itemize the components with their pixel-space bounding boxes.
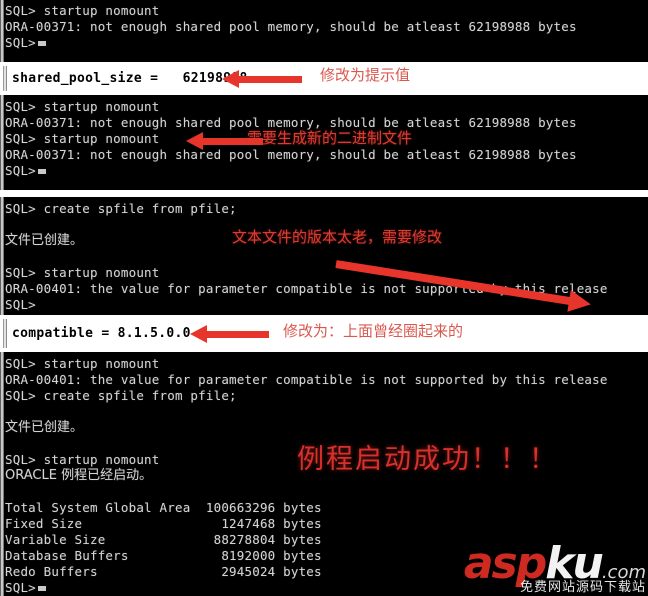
arrow-left-icon-3 [190, 325, 270, 343]
annotation-need-new-binary-file: 需要生成新的二进制文件 [247, 129, 413, 147]
console-line: SQL> create spfile from pfile; [5, 201, 237, 216]
annotation-instance-started-successfully: 例程启动成功！！！ [297, 444, 558, 475]
watermark-aspku: aspku.com 免费网站源码下载站 [464, 542, 646, 594]
annotation-text-file-version-too-old: 文本文件的版本太老，需要修改 [232, 228, 443, 246]
parameter-shared-pool-size[interactable]: shared_pool_size = 62198988 [12, 71, 248, 86]
console-line: ORA-00371: not enough shared pool memory… [5, 147, 577, 162]
editor-scrollbar-sliver[interactable] [3, 66, 7, 91]
console-line: SQL> startup nomount [5, 99, 160, 114]
sga-row-fixed-size: Fixed Size 1247468 bytes [5, 516, 322, 531]
console-line: ORA-00401: the value for parameter compa… [5, 372, 608, 387]
prompt-text: SQL> [5, 163, 36, 178]
console-line-file-created: 文件已创建。 [5, 420, 84, 435]
watermark-brand: aspku.com [464, 542, 646, 586]
console-prompt-line: SQL> [5, 163, 648, 179]
annotation-modify-to-circled-above: 修改为：上面曾经圈起来的 [283, 322, 464, 340]
cursor-caret [37, 169, 46, 174]
annotation-modify-to-hint-value: 修改为提示值 [320, 66, 411, 84]
console-line: SQL> startup nomount [5, 265, 160, 280]
arrow-left-icon-1 [222, 70, 302, 88]
cursor-caret [37, 586, 46, 591]
editor-scrollbar-sliver[interactable] [3, 319, 7, 348]
parameter-compatible[interactable]: compatible = 8.1.5.0.0 [12, 326, 191, 341]
prompt-text: SQL> [5, 580, 36, 595]
screenshot-root: SQL> startup nomount ORA-00371: not enou… [0, 0, 648, 596]
console-panel-4: SQL> startup nomount ORA-00401: the valu… [0, 352, 648, 596]
prompt-text: SQL> [5, 35, 36, 50]
console-line: SQL> create spfile from pfile; [5, 388, 237, 403]
console-line: SQL> startup nomount [5, 356, 160, 371]
console-panel-1: SQL> startup nomount ORA-00371: not enou… [0, 0, 648, 62]
console-line: SQL> startup nomount [5, 3, 160, 18]
cursor-caret [37, 41, 46, 46]
sga-row-total-system-global-area: Total System Global Area 100663296 bytes [5, 500, 322, 515]
console-line: ORA-00371: not enough shared pool memory… [5, 19, 577, 34]
console-prompt-line: SQL> [5, 35, 648, 51]
